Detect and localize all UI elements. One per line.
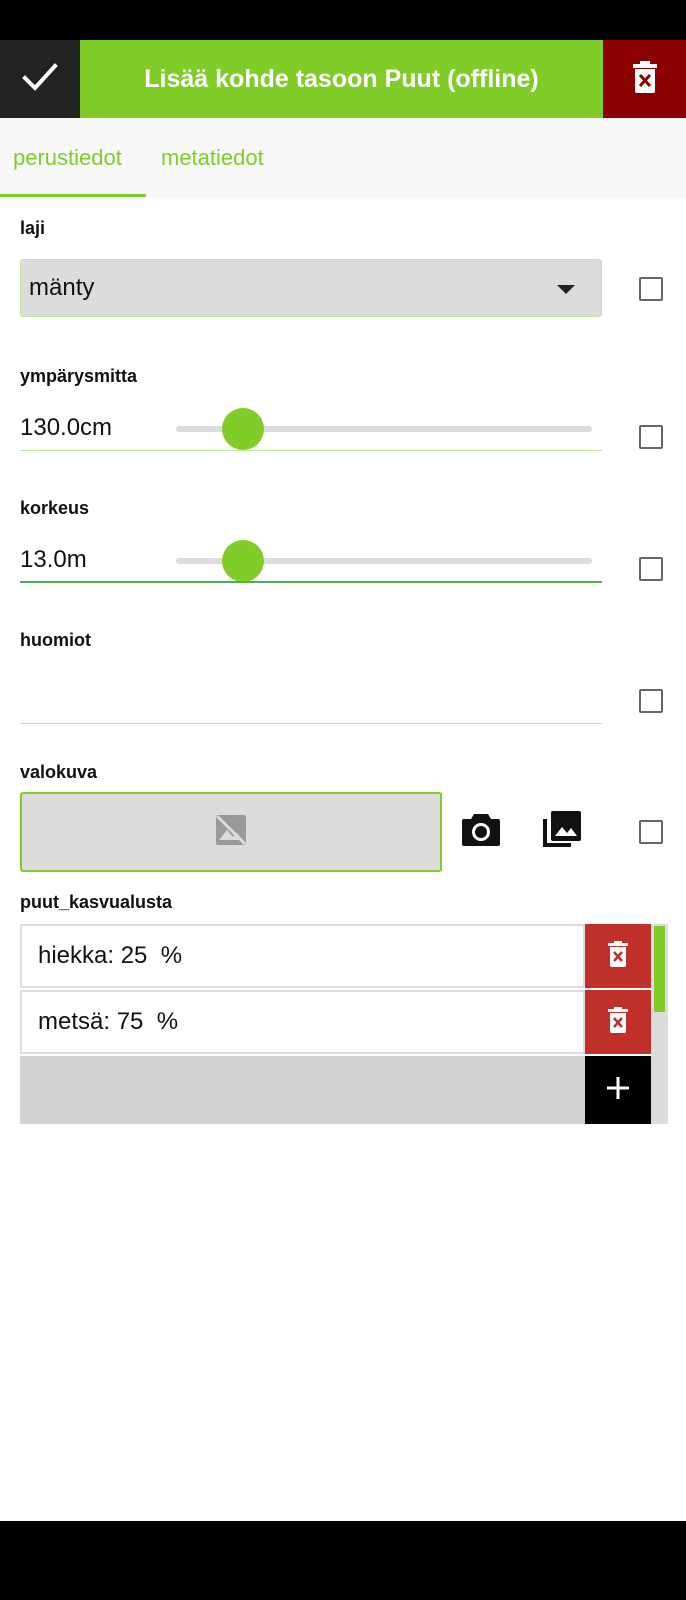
huomiot-input[interactable] bbox=[20, 680, 602, 720]
camera-icon bbox=[461, 811, 501, 852]
trash-x-icon bbox=[607, 940, 629, 973]
field-label-ymparysmitta: ympärysmitta bbox=[20, 366, 138, 386]
laji-dropdown[interactable]: mänty bbox=[20, 259, 602, 317]
ymparysmitta-slider[interactable] bbox=[176, 408, 592, 450]
image-off-icon bbox=[215, 814, 247, 851]
add-row-button[interactable] bbox=[585, 1056, 651, 1124]
tab-indicator bbox=[0, 194, 146, 197]
gallery-icon bbox=[541, 809, 583, 854]
form-title: Lisää kohde tasoon Puut (offline) bbox=[80, 40, 603, 118]
delete-row-button[interactable] bbox=[585, 924, 651, 988]
slider-thumb[interactable] bbox=[221, 540, 264, 582]
photo-preview[interactable] bbox=[20, 792, 442, 872]
field-label-korkeus: korkeus bbox=[20, 498, 90, 518]
check-icon bbox=[22, 62, 58, 97]
list-item-text: hiekka: 25 % bbox=[38, 942, 183, 969]
tab-bar: perustiedot metatiedot bbox=[0, 118, 686, 198]
laji-value: mänty bbox=[29, 274, 95, 301]
field-label-puut-kasvualusta: puut_kasvualusta bbox=[20, 892, 173, 912]
list-item[interactable]: metsä: 75 % bbox=[20, 990, 585, 1054]
relation-list: hiekka: 25 % metsä: 75 % bbox=[20, 924, 668, 1124]
navigation-bar bbox=[0, 1521, 686, 1600]
remember-checkbox-ymparysmitta[interactable] bbox=[639, 425, 663, 449]
chevron-down-icon bbox=[557, 285, 575, 294]
scrollbar-thumb[interactable] bbox=[654, 926, 665, 1012]
remember-checkbox-valokuva[interactable] bbox=[639, 820, 663, 844]
korkeus-slider[interactable] bbox=[176, 540, 592, 582]
tab-metatiedot[interactable]: metatiedot bbox=[161, 118, 264, 198]
ymparysmitta-value: 130.0cm bbox=[20, 414, 113, 441]
remember-checkbox-huomiot[interactable] bbox=[639, 689, 663, 713]
field-underline-focused bbox=[20, 581, 602, 583]
trash-x-icon bbox=[607, 1006, 629, 1039]
remember-checkbox-laji[interactable] bbox=[639, 277, 663, 301]
delete-row-button[interactable] bbox=[585, 990, 651, 1054]
delete-feature-button[interactable] bbox=[603, 40, 686, 118]
remember-checkbox-korkeus[interactable] bbox=[639, 557, 663, 581]
field-label-valokuva: valokuva bbox=[20, 762, 98, 782]
field-underline bbox=[20, 723, 602, 724]
accept-button[interactable] bbox=[0, 40, 80, 118]
plus-icon bbox=[605, 1075, 631, 1106]
relation-add-area bbox=[20, 1056, 585, 1124]
camera-button[interactable] bbox=[458, 808, 504, 854]
status-bar bbox=[0, 0, 686, 40]
tab-perustiedot[interactable]: perustiedot bbox=[13, 118, 146, 198]
field-underline bbox=[20, 450, 602, 451]
gallery-button[interactable] bbox=[538, 808, 586, 854]
trash-x-icon bbox=[631, 60, 659, 99]
relation-scrollbar[interactable] bbox=[651, 924, 668, 1124]
list-item-text: metsä: 75 % bbox=[38, 1008, 179, 1035]
form-header: Lisää kohde tasoon Puut (offline) bbox=[0, 40, 686, 118]
field-label-laji: laji bbox=[20, 218, 46, 238]
korkeus-value: 13.0m bbox=[20, 546, 87, 573]
slider-thumb[interactable] bbox=[221, 408, 264, 450]
field-label-huomiot: huomiot bbox=[20, 630, 91, 650]
list-item[interactable]: hiekka: 25 % bbox=[20, 924, 585, 988]
